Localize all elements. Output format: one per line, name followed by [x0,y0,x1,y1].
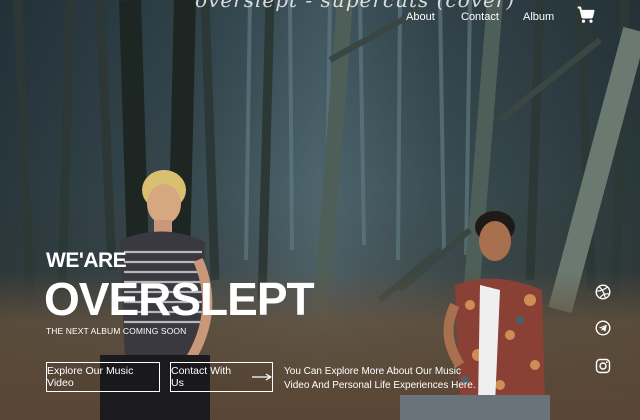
explore-music-video-button[interactable]: Explore Our Music Video [46,362,160,392]
shopping-cart-icon-graphic [577,6,595,23]
nav-album[interactable]: Album [523,11,554,23]
explore-button-label: Explore Our Music Video [47,365,134,389]
hero-subtitle: THE NEXT ALBUM COMING SOON [46,326,187,336]
long-arrow-right-icon [252,373,272,381]
dribbble-icon-graphic [595,284,611,300]
hero-kicker: WE'ARE [46,249,127,272]
hero-description: You Can Explore More About Our Music Vid… [284,366,476,391]
contact-with-us-button[interactable]: Contact With Us [170,362,273,392]
nav-about[interactable]: About [406,11,435,23]
instagram-icon[interactable] [594,357,612,375]
nav-contact[interactable]: Contact [461,11,499,23]
contact-button-label: Contact With Us [171,365,232,389]
telegram-icon-graphic [595,320,611,336]
hero-title: OVERSLEPT [44,273,315,325]
instagram-icon-graphic [595,358,611,374]
dribbble-icon[interactable] [594,283,612,301]
shopping-cart-icon[interactable] [576,5,596,25]
telegram-icon[interactable] [594,319,612,337]
hero-background [0,0,640,420]
